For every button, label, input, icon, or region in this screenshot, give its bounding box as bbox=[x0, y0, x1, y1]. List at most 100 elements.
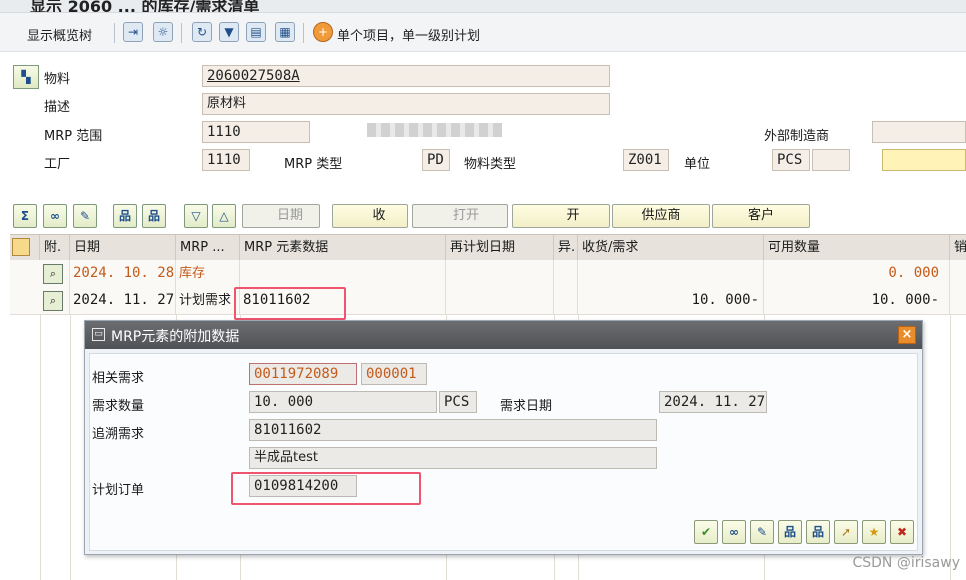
filter-icon[interactable]: ▼ bbox=[219, 22, 239, 42]
col-header-receipt-req[interactable]: 收货/需求 bbox=[578, 235, 764, 260]
description-label: 描述 bbox=[44, 100, 71, 115]
external-manufacturer-field bbox=[872, 121, 966, 143]
row-exception bbox=[554, 260, 578, 287]
external-manufacturer-label: 外部制造商 bbox=[764, 129, 830, 144]
single-item-icon[interactable]: + bbox=[313, 22, 333, 42]
row-detail-icon[interactable]: ⌕ bbox=[40, 260, 70, 287]
receipts-button[interactable]: 收 bbox=[332, 204, 408, 228]
toolbar-separator bbox=[114, 23, 115, 43]
table-row[interactable]: ⌕ 2024. 10. 28 库存 0. 000 bbox=[10, 260, 966, 288]
col-header-replan-date[interactable]: 再计划日期 bbox=[446, 235, 554, 260]
unit-field: PCS bbox=[772, 149, 810, 171]
requirement-unit-field: PCS bbox=[439, 391, 477, 413]
grid-line bbox=[40, 314, 41, 580]
row-detail-icon[interactable]: ⌕ bbox=[40, 287, 70, 314]
row-mrp-data bbox=[240, 260, 446, 287]
date-button-label: 日期 bbox=[276, 208, 303, 223]
edit-icon[interactable]: ✎ bbox=[750, 520, 774, 544]
collapse-all-icon[interactable]: 品 bbox=[142, 204, 166, 228]
grid-line bbox=[70, 314, 71, 580]
overview-tree-button[interactable]: 显示概览树 bbox=[27, 25, 92, 44]
col-header-available[interactable]: 可用数量 bbox=[764, 235, 950, 260]
row-replan-date bbox=[446, 287, 554, 314]
trace-requirement-field: 81011602 bbox=[249, 419, 657, 441]
grid-line bbox=[950, 314, 951, 580]
expand-icon[interactable]: 品 bbox=[778, 520, 802, 544]
goto-icon[interactable]: ⇥ bbox=[123, 22, 143, 42]
col-header-extra[interactable]: 附. bbox=[40, 235, 70, 260]
dialog-window-icon: ▭ bbox=[92, 328, 105, 341]
sort-down-icon[interactable]: ▽ bbox=[184, 204, 208, 228]
col-header-mrp[interactable]: MRP ... bbox=[176, 235, 240, 260]
trace-requirement-label: 追溯需求 bbox=[92, 427, 145, 442]
row-available: 10. 000- bbox=[764, 287, 950, 314]
description-field: 原材料 bbox=[202, 93, 610, 115]
cancel-icon[interactable]: ✖ bbox=[890, 520, 914, 544]
print-icon[interactable]: ▦ bbox=[275, 22, 295, 42]
date-button: 日期 bbox=[242, 204, 320, 228]
col-header-exception[interactable]: 异. bbox=[554, 235, 578, 260]
open-button: 打开 bbox=[412, 204, 508, 228]
redacted-text bbox=[367, 123, 502, 137]
col-header-sales[interactable]: 销 bbox=[950, 235, 966, 260]
col-header-date[interactable]: 日期 bbox=[70, 235, 176, 260]
export-icon[interactable]: ▤ bbox=[246, 22, 266, 42]
sort-up-icon[interactable]: △ bbox=[212, 204, 236, 228]
related-requirement-field[interactable]: 0011972089 bbox=[249, 363, 357, 385]
row-date: 2024. 11. 27 bbox=[70, 287, 176, 314]
material-type-label: 物料类型 bbox=[464, 157, 517, 172]
display-element-icon[interactable]: ∞ bbox=[43, 204, 67, 228]
row-available: 0. 000 bbox=[764, 260, 950, 287]
requirement-qty-field: 10. 000 bbox=[249, 391, 437, 413]
grid-settings-icon[interactable] bbox=[10, 235, 40, 260]
trace-requirement-text-field: 半成品test bbox=[249, 447, 657, 469]
customer-button[interactable]: 客户 bbox=[712, 204, 810, 228]
supplier-button[interactable]: 供应商 bbox=[612, 204, 710, 228]
mrp-type-label: MRP 类型 bbox=[284, 157, 343, 172]
mrp-area-field: 1110 bbox=[202, 121, 310, 143]
close-icon[interactable]: × bbox=[898, 326, 916, 344]
single-item-planning-button[interactable]: 单个项目，单一级别计划 bbox=[337, 25, 480, 44]
highlight-field[interactable] bbox=[882, 149, 966, 171]
edit-icon[interactable]: ✎ bbox=[73, 204, 97, 228]
app-toolbar: 显示概览树 ⇥ ☼ ↻ ▼ ▤ ▦ + 单个项目，单一级别计划 bbox=[0, 13, 966, 52]
col-header-mrp-data[interactable]: MRP 元素数据 bbox=[240, 235, 446, 260]
plant-field: 1110 bbox=[202, 149, 250, 171]
related-requirement-label: 相关需求 bbox=[92, 371, 145, 386]
row-receipt bbox=[578, 260, 764, 287]
plant-label: 工厂 bbox=[44, 157, 71, 172]
mrp-type-field: PD bbox=[422, 149, 450, 171]
expand-all-icon[interactable]: 品 bbox=[113, 204, 137, 228]
receipts-button-label: 收 bbox=[372, 208, 386, 223]
table-row[interactable]: ⌕ 2024. 11. 27 计划需求 81011602 10. 000- 10… bbox=[10, 287, 966, 315]
unit-extra-field bbox=[812, 149, 850, 171]
graphic-icon[interactable]: ☼ bbox=[153, 22, 173, 42]
row-mrp-element: 库存 bbox=[176, 260, 240, 287]
collapse-icon[interactable]: 品 bbox=[806, 520, 830, 544]
sum-icon[interactable]: Σ bbox=[13, 204, 37, 228]
row-replan-date bbox=[446, 260, 554, 287]
open2-button-label: 开 bbox=[566, 208, 580, 223]
material-field[interactable]: 2060027508A bbox=[202, 65, 610, 87]
display-icon[interactable]: ∞ bbox=[722, 520, 746, 544]
annotation-highlight bbox=[234, 287, 346, 320]
refresh-icon[interactable]: ↻ bbox=[192, 22, 212, 42]
related-requirement-item-field[interactable]: 000001 bbox=[361, 363, 427, 385]
planned-order-label: 计划订单 bbox=[92, 483, 145, 498]
row-receipt: 10. 000- bbox=[578, 287, 764, 314]
open2-button[interactable]: 开 bbox=[512, 204, 610, 228]
mrp-area-label: MRP 范围 bbox=[44, 129, 103, 144]
toolbar-separator bbox=[181, 23, 182, 43]
grid-header: 附. 日期 MRP ... MRP 元素数据 再计划日期 异. 收货/需求 可用… bbox=[10, 234, 966, 261]
confirm-icon[interactable]: ✔ bbox=[694, 520, 718, 544]
navigate-icon[interactable]: ➚ bbox=[834, 520, 858, 544]
watermark: CSDN @irisawy bbox=[852, 555, 960, 571]
toolbar-separator bbox=[303, 23, 304, 43]
annotation-highlight bbox=[231, 472, 421, 505]
open-button-label: 打开 bbox=[452, 208, 479, 223]
material-label: 物料 bbox=[44, 72, 71, 87]
row-exception bbox=[554, 287, 578, 314]
favorite-star-icon[interactable]: ★ bbox=[862, 520, 886, 544]
material-header-toggle-icon[interactable]: ▚ bbox=[13, 65, 39, 89]
requirement-date-field: 2024. 11. 27 bbox=[659, 391, 767, 413]
